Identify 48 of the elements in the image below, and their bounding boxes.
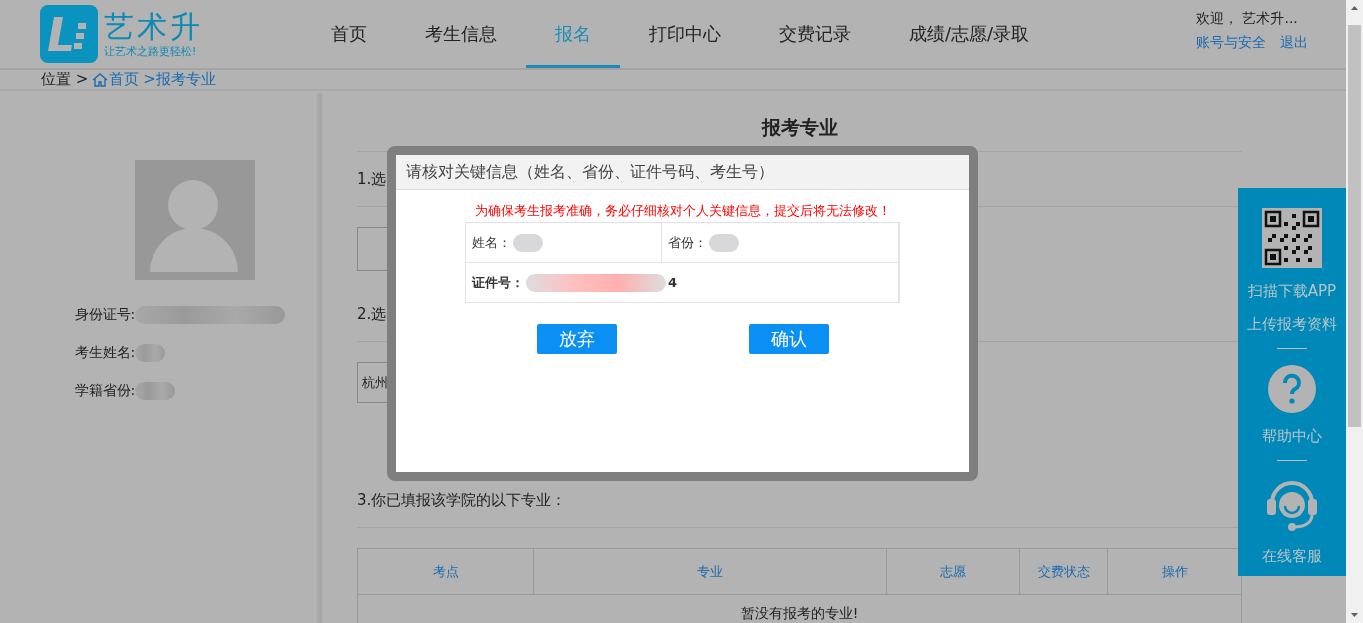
- breadcrumb-current: >报考专业: [143, 70, 216, 89]
- nav-tab[interactable]: 考生信息: [396, 0, 526, 68]
- field-label: 省份：: [668, 233, 707, 252]
- slogan: 让艺术之路更轻松!: [104, 43, 198, 59]
- field-value: 4: [668, 275, 678, 290]
- field-label: 姓名：: [472, 233, 511, 252]
- scrollbar[interactable]: [1346, 0, 1363, 623]
- qr-code-icon: [1262, 208, 1322, 268]
- warning-text: 为确保考生报考准确，务必仔细核对个人关键信息，提交后将无法修改！: [474, 203, 891, 218]
- dialog-title: 请核对关键信息（姓名、省份、证件号码、考生号）: [406, 161, 774, 183]
- side-panel-link[interactable]: 上传报考资料: [1247, 315, 1337, 334]
- redacted-value: [513, 233, 543, 252]
- redacted-value: [709, 233, 739, 252]
- empty-message: 暂没有报考的专业!: [740, 605, 859, 621]
- column-header: 志愿: [887, 549, 1020, 594]
- field-label: 证件号：: [472, 273, 524, 292]
- side-panel-link[interactable]: 在线客服: [1262, 547, 1322, 566]
- nav-tab[interactable]: 交费记录: [750, 0, 880, 68]
- section-heading: 3.你已填报该学院的以下专业：: [357, 490, 567, 510]
- side-panel-link[interactable]: 帮助中心: [1262, 427, 1322, 446]
- logo-icon: [40, 5, 98, 63]
- column-header: 操作: [1160, 562, 1189, 581]
- welcome-text: 欢迎， 艺术升...: [1196, 10, 1299, 28]
- step-heading: 1.选: [357, 169, 387, 189]
- side-panel-link[interactable]: 扫描下载APP: [1247, 282, 1337, 301]
- nav-tab[interactable]: 成绩/志愿/录取: [880, 0, 1059, 68]
- breadcrumb-home-link[interactable]: 首页: [92, 70, 140, 89]
- account-link[interactable]: 退出: [1280, 34, 1308, 52]
- breadcrumb-label: 位置 >: [41, 70, 89, 89]
- step-heading: 2.选: [357, 304, 387, 324]
- column-header: 专业: [534, 549, 887, 594]
- column-header: 交费状态: [1020, 549, 1108, 594]
- confirm-button[interactable]: 确认: [748, 324, 829, 354]
- profile-label: 考生姓名:: [74, 344, 136, 362]
- nav-tab[interactable]: 打印中心: [620, 0, 750, 68]
- nav-tab[interactable]: 报名: [526, 0, 620, 68]
- avatar-icon: [134, 160, 255, 280]
- logo-name: 艺术升: [104, 9, 203, 44]
- home-icon: [92, 71, 109, 88]
- redacted-value: [135, 344, 166, 362]
- column-header: 考点: [358, 549, 534, 594]
- help-icon: [1268, 365, 1316, 413]
- profile-label: 学籍省份:: [74, 382, 136, 400]
- nav-tab[interactable]: 首页: [302, 0, 396, 68]
- cancel-button[interactable]: 放弃: [536, 324, 617, 354]
- profile-label: 身份证号:: [74, 306, 136, 324]
- redacted-value: [135, 382, 176, 400]
- account-link[interactable]: 账号与安全: [1196, 34, 1266, 52]
